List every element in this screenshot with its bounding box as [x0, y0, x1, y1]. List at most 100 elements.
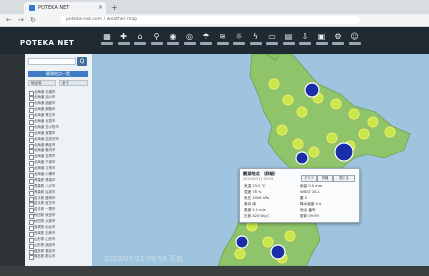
toolbar-label [150, 42, 163, 45]
weather-map[interactable] [92, 54, 429, 266]
station-marker[interactable] [384, 126, 396, 138]
popup-field: 気温 23.5 ℃ [244, 184, 266, 188]
rain-marker[interactable] [295, 151, 309, 165]
url-field[interactable]: poteka-net.com / weather map [60, 16, 360, 24]
close-icon[interactable]: × [98, 2, 103, 14]
toolbar-button-download[interactable]: ⇩ [298, 32, 312, 52]
tab-title: POTEKA NET [38, 5, 70, 11]
station-name: 青森県 八戸市 [34, 183, 56, 188]
station-name: 福島県 郡山市 [34, 254, 56, 259]
station-name: 北海道 苫小牧市 [34, 124, 59, 129]
station-marker[interactable] [308, 146, 320, 158]
monitor-screen: POTEKA NET × + ← → ↻ poteka-net.com / we… [0, 0, 429, 276]
toolbar-button-map[interactable]: ▦ [100, 32, 114, 52]
station-name: 秋田県 大館市 [34, 219, 56, 224]
rain-icon: ☂ [202, 32, 210, 41]
toolbar-button-wbgt[interactable]: ▭ [265, 32, 279, 52]
toolbar-button-home[interactable]: ⌂ [133, 32, 147, 52]
station-name: 北海道 江別市 [34, 166, 56, 171]
popup-field: 日射 420 W/㎡ [244, 214, 269, 218]
rain-marker[interactable] [270, 244, 286, 260]
toolbar-button-chart[interactable]: ▤ [282, 32, 296, 52]
search-input[interactable] [28, 58, 76, 65]
popup-close-button[interactable]: 閉じる [333, 175, 355, 182]
station-name: 北海道 名寄市 [34, 154, 56, 159]
popup-field: 地点 番号 [300, 208, 316, 212]
filter-name-select[interactable]: 地点名 [28, 80, 56, 86]
camera-icon: ▣ [317, 32, 326, 41]
station-name: 岩手県 一関市 [34, 207, 56, 212]
popup-timestamp: 2023/07/11 09:59 [243, 177, 274, 181]
forward-icon[interactable]: → [18, 15, 24, 25]
station-name: 宮城県 石巻市 [34, 230, 56, 235]
station-marker[interactable] [348, 108, 360, 120]
toolbar-label [183, 42, 196, 45]
popup-field: 更新 09:59 [300, 214, 319, 218]
station-name: 北海道 網走市 [34, 142, 56, 147]
popup-field: 湿度 78 % [244, 190, 262, 194]
station-marker[interactable] [358, 128, 370, 140]
humidity-icon: ◉ [169, 32, 177, 41]
toolbar-button-lightning[interactable]: ϟ [249, 32, 263, 52]
back-icon[interactable]: ← [6, 15, 12, 25]
station-name: 北海道 釧路市 [34, 107, 56, 112]
reload-icon[interactable]: ↻ [30, 15, 36, 25]
wbgt-icon: ▭ [268, 32, 276, 41]
station-marker[interactable] [268, 78, 280, 90]
search-icon[interactable]: Q [77, 57, 87, 66]
new-tab-button[interactable]: + [111, 3, 118, 13]
station-name: 山形県 山形市 [34, 236, 56, 241]
station-marker[interactable] [262, 236, 274, 248]
popup-field: WBGT 24.1 [300, 190, 320, 194]
station-marker[interactable] [276, 124, 288, 136]
popup-detail-button[interactable]: 詳細 [317, 175, 333, 182]
station-name: 福島県 福島市 [34, 248, 56, 253]
toolbar-button-settings[interactable]: ⚙ [331, 32, 345, 52]
toolbar-button-solar[interactable]: ☼ [232, 32, 246, 52]
station-marker[interactable] [367, 116, 379, 128]
wind-icon: ≋ [219, 32, 226, 41]
toolbar-button-wind[interactable]: ≋ [216, 32, 230, 52]
station-marker[interactable] [284, 230, 296, 242]
station-name: 北海道 北見市 [34, 118, 56, 123]
toolbar-button-camera[interactable]: ▣ [315, 32, 329, 52]
station-marker[interactable] [234, 248, 246, 260]
toolbar-button-rain[interactable]: ☂ [199, 32, 213, 52]
station-name: 北海道 千歳市 [34, 160, 56, 165]
station-marker[interactable] [282, 94, 294, 106]
settings-icon: ⚙ [334, 32, 342, 41]
rain-marker[interactable] [235, 235, 249, 249]
rain-marker[interactable] [304, 82, 320, 98]
toolbar-button-pin[interactable]: ✚ [117, 32, 131, 52]
popup-field: 降水強度 0.0 [300, 202, 322, 206]
rain-marker[interactable] [334, 142, 354, 162]
station-name: 岩手県 盛岡市 [34, 195, 56, 200]
popup-graph-button[interactable]: グラフ [301, 175, 317, 182]
popup-field: 雨量 0.0 mm [300, 184, 323, 188]
toolbar-label [266, 42, 278, 45]
globe-icon [29, 5, 35, 11]
toolbar-label [101, 42, 113, 45]
browser-tab[interactable]: POTEKA NET [24, 2, 106, 14]
station-name: 秋田県 秋田市 [34, 213, 56, 218]
popup-field: 雷 0 [300, 196, 308, 200]
toolbar-label [348, 42, 361, 45]
toolbar-label [134, 42, 146, 45]
station-marker[interactable] [330, 98, 342, 110]
filter-all-select[interactable]: 全て [59, 80, 88, 86]
station-list-item[interactable]: 福島県 郡山市 [28, 254, 90, 261]
toolbar-button-temperature[interactable]: ⚲ [150, 32, 164, 52]
station-marker[interactable] [292, 138, 304, 150]
toolbar-button-humidity[interactable]: ◉ [166, 32, 180, 52]
toolbar-label [216, 42, 229, 45]
user-icon: ☺ [350, 32, 359, 41]
station-marker[interactable] [326, 132, 338, 144]
monitor-bezel [0, 266, 429, 276]
toolbar-button-user[interactable]: ☺ [348, 32, 362, 52]
popup-field: 気圧 1006 hPa [244, 196, 270, 200]
station-marker[interactable] [296, 106, 308, 118]
station-name: 山形県 酒田市 [34, 242, 56, 247]
toolbar-button-pressure[interactable]: ◎ [183, 32, 197, 52]
station-name: 北海道 帯広市 [34, 113, 56, 118]
pin-icon: ✚ [120, 32, 127, 41]
